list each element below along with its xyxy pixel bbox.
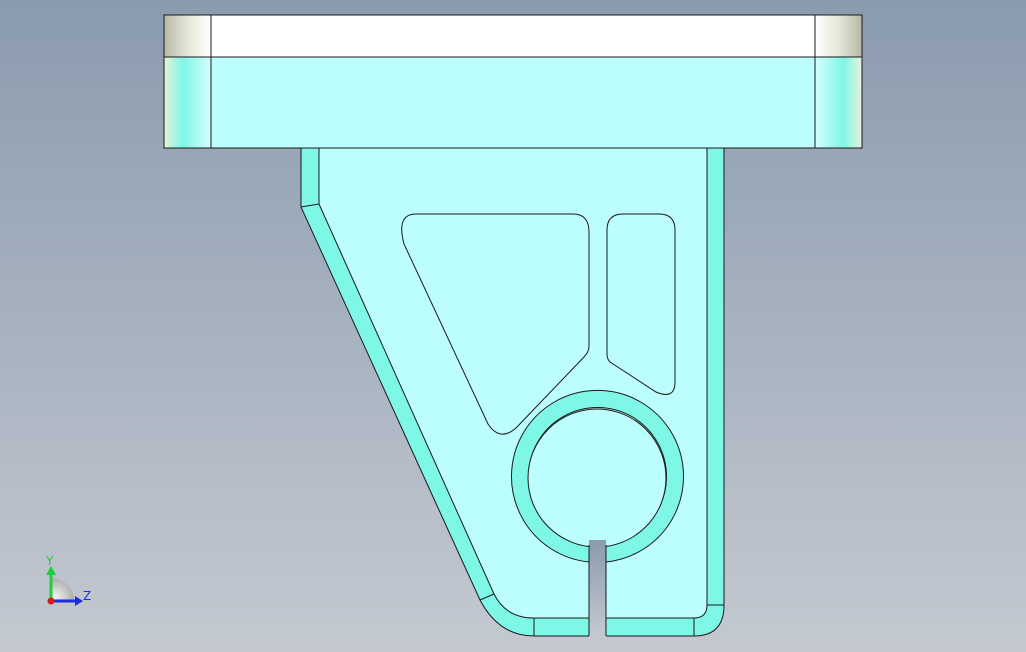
clamp-slit <box>589 540 606 637</box>
flange-top-left-edge <box>163 14 212 58</box>
flange-front-left-edge <box>163 56 212 149</box>
model-view[interactable] <box>0 0 1026 652</box>
flange-top-face <box>163 14 863 58</box>
clamp-bore[interactable] <box>527 408 667 548</box>
flange-front-right-edge <box>814 56 863 149</box>
triad-z-label: Z <box>83 589 92 603</box>
triad-y-label: Y <box>46 554 54 568</box>
flange-top-right-edge <box>814 14 863 58</box>
cad-viewport[interactable]: Y Z <box>0 0 1026 652</box>
flange-plate[interactable] <box>163 14 863 149</box>
triad-x-axis-dot <box>47 597 55 605</box>
flange-front-face <box>163 56 863 149</box>
